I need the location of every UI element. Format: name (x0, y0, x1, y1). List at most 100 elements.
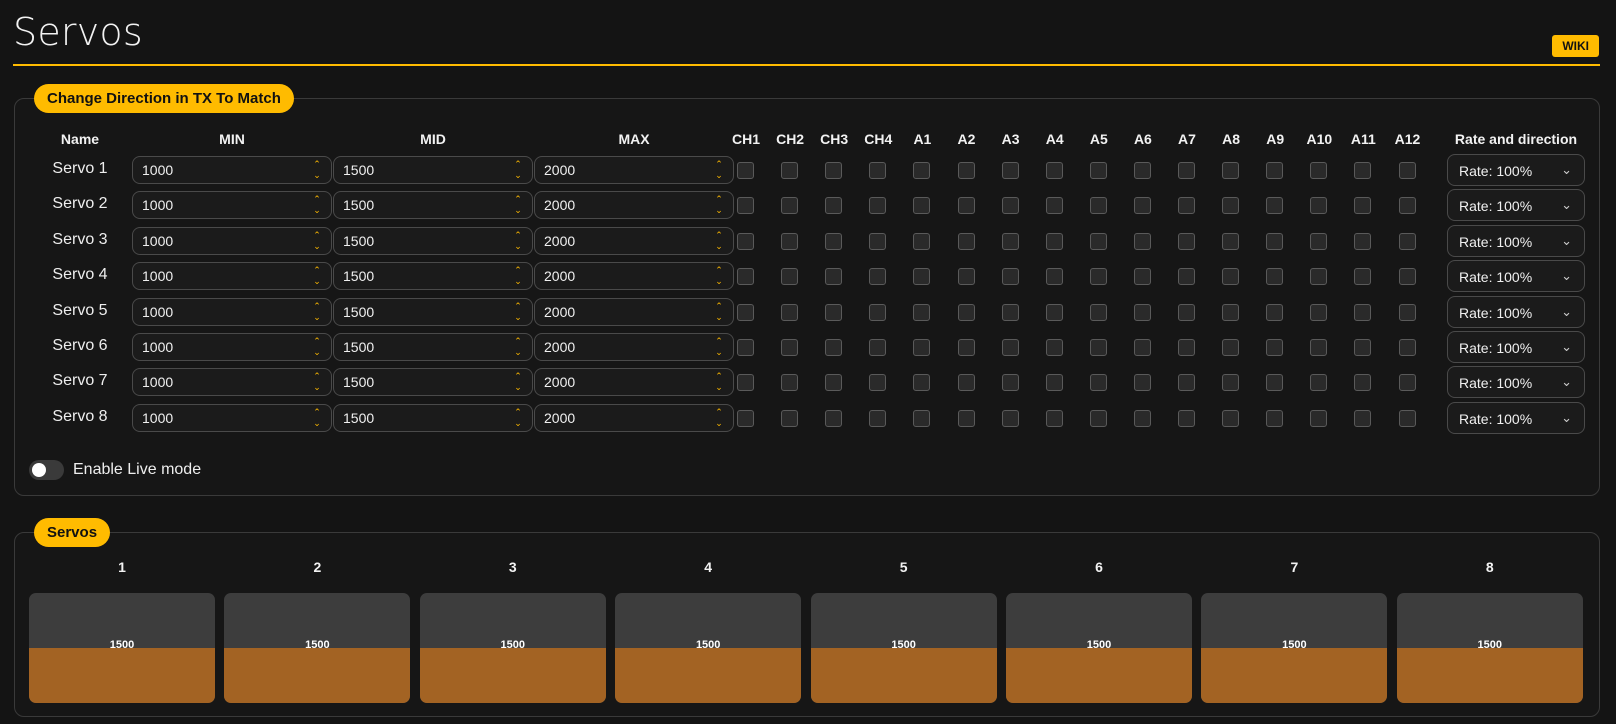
servo-min-input[interactable]: 1000 ⌃ ⌄ (132, 262, 332, 291)
checkbox-a4[interactable] (1045, 409, 1063, 427)
checkbox-a10[interactable] (1310, 162, 1328, 179)
checkbox-ch4[interactable] (869, 303, 887, 321)
rate-direction-select[interactable]: Rate: 100% ⌄ (1447, 366, 1585, 399)
checkbox-ch2[interactable] (781, 339, 799, 356)
rate-direction-select[interactable]: Rate: 100% ⌄ (1447, 331, 1585, 363)
spinner-icon[interactable]: ⌃ ⌄ (713, 301, 725, 325)
checkbox-a5[interactable] (1089, 374, 1107, 392)
spinner-icon[interactable]: ⌃ ⌄ (713, 371, 725, 395)
checkbox-a8[interactable] (1222, 162, 1240, 179)
checkbox-a11[interactable] (1354, 409, 1372, 427)
checkbox-ch1[interactable] (737, 268, 754, 286)
rate-direction-select[interactable]: Rate: 100% ⌄ (1447, 295, 1585, 328)
checkbox-a3[interactable] (1001, 268, 1019, 286)
checkbox-a9[interactable] (1266, 303, 1284, 321)
checkbox-a11[interactable] (1354, 268, 1372, 286)
checkbox-a3[interactable] (1001, 409, 1019, 427)
checkbox-a11[interactable] (1354, 339, 1372, 356)
checkbox-a11[interactable] (1354, 162, 1372, 179)
checkbox-a2[interactable] (957, 268, 975, 286)
checkbox-a4[interactable] (1045, 339, 1063, 356)
checkbox-a2[interactable] (957, 162, 975, 179)
checkbox-a4[interactable] (1045, 374, 1063, 392)
servo-mid-input[interactable]: 1500 ⌃ ⌄ (333, 156, 533, 184)
checkbox-a1[interactable] (913, 268, 931, 286)
checkbox-a2[interactable] (957, 232, 975, 250)
checkbox-ch4[interactable] (869, 162, 887, 179)
checkbox-a11[interactable] (1354, 197, 1372, 215)
checkbox-ch4[interactable] (869, 197, 887, 215)
checkbox-ch2[interactable] (781, 197, 799, 215)
live-mode-toggle[interactable] (29, 460, 64, 480)
checkbox-a7[interactable] (1178, 162, 1195, 179)
checkbox-a2[interactable] (957, 339, 975, 356)
checkbox-a9[interactable] (1266, 162, 1284, 179)
checkbox-ch3[interactable] (825, 409, 843, 427)
checkbox-ch1[interactable] (737, 374, 754, 392)
checkbox-a6[interactable] (1133, 409, 1151, 427)
rate-direction-select[interactable]: Rate: 100% ⌄ (1447, 401, 1585, 434)
servo-mid-input[interactable]: 1500 ⌃ ⌄ (333, 297, 533, 326)
checkbox-a1[interactable] (913, 303, 931, 321)
checkbox-ch2[interactable] (781, 303, 799, 321)
checkbox-a10[interactable] (1310, 268, 1328, 286)
spinner-icon[interactable]: ⌃ ⌄ (713, 230, 725, 254)
checkbox-a1[interactable] (913, 197, 931, 215)
checkbox-a4[interactable] (1045, 162, 1063, 179)
servo-min-input[interactable]: 1000 ⌃ ⌄ (132, 297, 332, 326)
checkbox-a8[interactable] (1222, 232, 1240, 250)
checkbox-ch4[interactable] (869, 268, 887, 286)
checkbox-a12[interactable] (1398, 409, 1416, 427)
checkbox-a5[interactable] (1089, 232, 1107, 250)
checkbox-a5[interactable] (1089, 268, 1107, 286)
spinner-icon[interactable]: ⌃ ⌄ (713, 194, 725, 218)
checkbox-a5[interactable] (1089, 339, 1107, 356)
checkbox-a2[interactable] (957, 374, 975, 392)
checkbox-a9[interactable] (1266, 339, 1284, 356)
checkbox-a9[interactable] (1266, 197, 1284, 215)
checkbox-ch2[interactable] (781, 374, 799, 392)
checkbox-ch3[interactable] (825, 268, 843, 286)
checkbox-a1[interactable] (913, 374, 931, 392)
checkbox-ch1[interactable] (737, 162, 754, 179)
checkbox-a7[interactable] (1178, 374, 1195, 392)
servo-mid-input[interactable]: 1500 ⌃ ⌄ (333, 262, 533, 291)
checkbox-a11[interactable] (1354, 232, 1372, 250)
checkbox-a4[interactable] (1045, 303, 1063, 321)
checkbox-ch1[interactable] (737, 232, 754, 250)
checkbox-a6[interactable] (1133, 197, 1151, 215)
servo-max-input[interactable]: 2000 ⌃ ⌄ (534, 403, 734, 432)
checkbox-ch2[interactable] (781, 409, 799, 427)
servo-max-input[interactable]: 2000 ⌃ ⌄ (534, 297, 734, 326)
spinner-icon[interactable]: ⌃ ⌄ (512, 194, 524, 218)
checkbox-a9[interactable] (1266, 268, 1284, 286)
checkbox-ch4[interactable] (869, 232, 887, 250)
checkbox-a12[interactable] (1398, 268, 1416, 286)
spinner-icon[interactable]: ⌃ ⌄ (512, 371, 524, 395)
rate-direction-select[interactable]: Rate: 100% ⌄ (1447, 154, 1585, 186)
checkbox-a6[interactable] (1133, 303, 1151, 321)
spinner-icon[interactable]: ⌃ ⌄ (512, 301, 524, 325)
checkbox-ch3[interactable] (825, 303, 843, 321)
checkbox-a6[interactable] (1133, 374, 1151, 392)
checkbox-a1[interactable] (913, 232, 931, 250)
checkbox-a12[interactable] (1398, 162, 1416, 179)
servo-min-input[interactable]: 1000 ⌃ ⌄ (132, 333, 332, 361)
rate-direction-select[interactable]: Rate: 100% ⌄ (1447, 260, 1585, 293)
checkbox-a8[interactable] (1222, 339, 1240, 356)
servo-mid-input[interactable]: 1500 ⌃ ⌄ (333, 333, 533, 361)
checkbox-a3[interactable] (1001, 232, 1019, 250)
servo-max-input[interactable]: 2000 ⌃ ⌄ (534, 226, 734, 255)
checkbox-ch4[interactable] (869, 374, 887, 392)
spinner-icon[interactable]: ⌃ ⌄ (311, 407, 323, 431)
checkbox-a2[interactable] (957, 197, 975, 215)
checkbox-ch1[interactable] (737, 339, 754, 356)
checkbox-a10[interactable] (1310, 339, 1328, 356)
spinner-icon[interactable]: ⌃ ⌄ (512, 265, 524, 289)
checkbox-a3[interactable] (1001, 303, 1019, 321)
checkbox-a2[interactable] (957, 303, 975, 321)
rate-direction-select[interactable]: Rate: 100% ⌄ (1447, 224, 1585, 257)
servo-mid-input[interactable]: 1500 ⌃ ⌄ (333, 403, 533, 432)
checkbox-ch2[interactable] (781, 268, 799, 286)
servo-min-input[interactable]: 1000 ⌃ ⌄ (132, 191, 332, 220)
